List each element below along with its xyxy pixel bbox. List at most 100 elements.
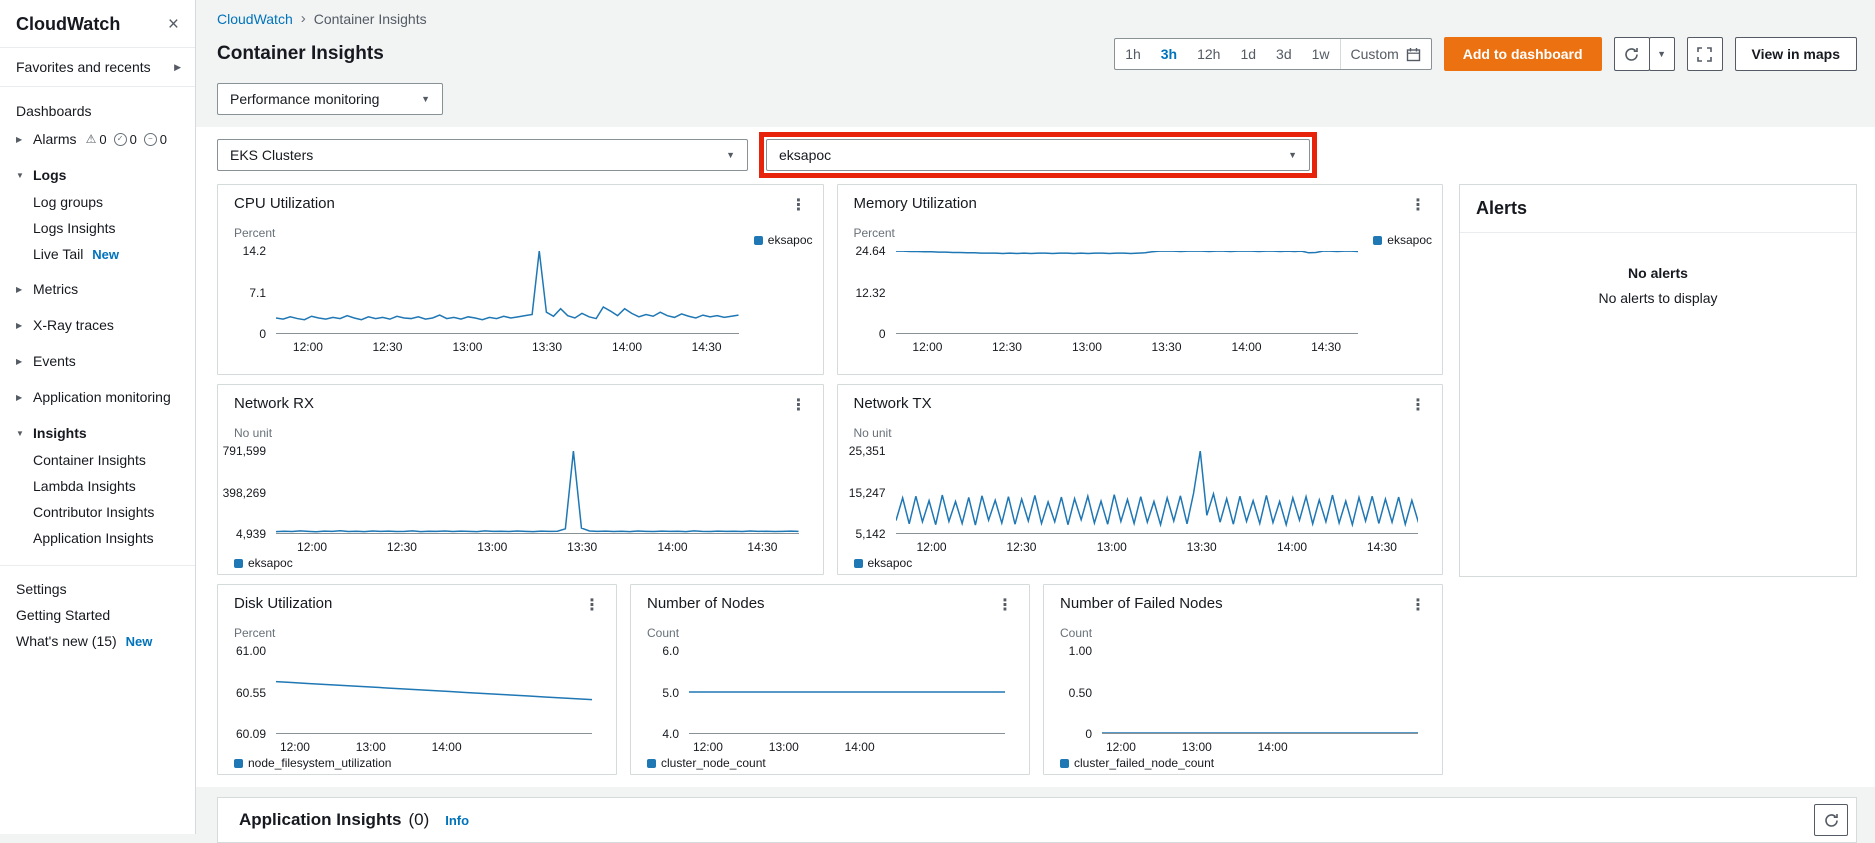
- sidebar-item-xray-traces[interactable]: ▶ X-Ray traces: [0, 311, 195, 339]
- sidebar-item-logs-insights[interactable]: Logs Insights: [0, 215, 195, 241]
- x-tick-label: 13:00: [1181, 740, 1212, 754]
- sidebar-item-favorites[interactable]: Favorites and recents ▶: [0, 48, 195, 87]
- y-tick-label: 14.2: [242, 244, 266, 258]
- kebab-menu-icon[interactable]: ⋮: [1402, 595, 1434, 615]
- sidebar-item-alarms[interactable]: ▶ Alarms ⚠ 0 ✓ 0 − 0: [0, 125, 195, 153]
- time-range-1d[interactable]: 1d: [1230, 39, 1266, 69]
- expand-down-icon: ▼: [16, 428, 24, 438]
- refresh-button[interactable]: [1613, 37, 1650, 71]
- charts-layout: CPU Utilization ⋮ Percent 14.2 7.1 0 12:00 1…: [217, 184, 1857, 775]
- logs-label: Logs: [33, 167, 67, 183]
- alarm-warning-count: 0: [99, 131, 107, 147]
- refresh-icon: [1625, 47, 1638, 61]
- application-insights-refresh-button[interactable]: [1814, 804, 1848, 836]
- cluster-dropdown[interactable]: eksapoc ▼: [766, 139, 1310, 171]
- chart-legend: node_filesystem_utilization: [234, 756, 391, 770]
- y-tick-label: 25,351: [848, 444, 886, 458]
- chart-line: [276, 251, 739, 320]
- refresh-options-button[interactable]: ▼: [1648, 37, 1675, 71]
- y-tick-label: 6.0: [662, 644, 679, 658]
- chart-title: CPU Utilization: [234, 195, 335, 212]
- y-tick-label: 7.1: [249, 285, 266, 300]
- sidebar-item-dashboards[interactable]: Dashboards: [0, 97, 195, 125]
- sidebar-item-application-monitoring[interactable]: ▶ Application monitoring: [0, 383, 195, 411]
- y-tick-label: 0: [259, 327, 266, 341]
- sidebar-item-lambda-insights[interactable]: Lambda Insights: [0, 473, 195, 499]
- sidebar-item-metrics[interactable]: ▶ Metrics: [0, 275, 195, 303]
- sidebar-item-events[interactable]: ▶ Events: [0, 347, 195, 375]
- time-range-custom[interactable]: Custom: [1339, 39, 1431, 69]
- kebab-menu-icon[interactable]: ⋮: [783, 195, 815, 215]
- x-tick-label: 14:00: [1231, 340, 1262, 354]
- view-in-maps-button[interactable]: View in maps: [1734, 37, 1857, 71]
- time-range-1w[interactable]: 1w: [1302, 39, 1340, 69]
- sidebar-item-contributor-insights[interactable]: Contributor Insights: [0, 499, 195, 525]
- y-tick-label: 61.00: [235, 644, 266, 658]
- application-insights-bar: Application Insights (0) Info: [217, 797, 1857, 843]
- y-tick-label: 0: [1085, 727, 1092, 741]
- breadcrumb-cloudwatch-link[interactable]: CloudWatch: [217, 11, 293, 27]
- fullscreen-icon: [1697, 46, 1712, 62]
- view-dropdown[interactable]: Performance monitoring ▼: [217, 83, 443, 115]
- expand-right-icon: ▶: [16, 356, 23, 366]
- x-tick-label: 12:00: [297, 540, 328, 554]
- y-tick-label: 0.50: [1068, 685, 1092, 700]
- close-icon[interactable]: ×: [168, 15, 179, 34]
- x-tick-label: 13:00: [1071, 340, 1102, 354]
- info-link[interactable]: Info: [445, 813, 469, 828]
- sidebar-item-logs[interactable]: ▼ Logs: [0, 161, 195, 189]
- time-range-1h[interactable]: 1h: [1115, 39, 1151, 69]
- kebab-menu-icon[interactable]: ⋮: [989, 595, 1021, 615]
- xray-label: X-Ray traces: [33, 317, 114, 333]
- legend-label: node_filesystem_utilization: [248, 756, 392, 770]
- time-range-selector: 1h 3h 12h 1d 3d 1w Custom: [1114, 38, 1432, 70]
- y-axis-labels: 25,351 15,247 5,142: [838, 444, 890, 541]
- chart-title: Number of Nodes: [647, 595, 765, 612]
- chart-card-number-of-nodes: Number of Nodes ⋮ Count 6.0 5.0 4.0 12:00 13…: [630, 584, 1030, 775]
- page-header: Container Insights 1h 3h 12h 1d 3d 1w Cu…: [217, 37, 1857, 71]
- sidebar-item-getting-started[interactable]: Getting Started: [0, 602, 195, 628]
- x-axis-labels: 12:00 13:00 14:00: [689, 740, 1005, 756]
- sidebar-item-application-insights[interactable]: Application Insights: [0, 525, 195, 551]
- new-badge: New: [125, 634, 153, 649]
- chart-legend: eksapoc: [234, 556, 293, 570]
- sidebar-item-settings[interactable]: Settings: [0, 576, 195, 602]
- time-range-3h[interactable]: 3h: [1151, 39, 1187, 69]
- cluster-type-dropdown[interactable]: EKS Clusters ▼: [217, 139, 748, 171]
- legend-marker: [647, 758, 656, 768]
- y-tick-label: 5.0: [662, 685, 679, 700]
- x-axis-labels: 12:00 12:30 13:00 13:30 14:00 14:30: [276, 340, 739, 356]
- charts-grid: CPU Utilization ⋮ Percent 14.2 7.1 0 12:00 1…: [217, 184, 1443, 775]
- x-tick-label: 12:00: [916, 540, 947, 554]
- metrics-label: Metrics: [33, 281, 79, 297]
- legend-label: eksapoc: [1387, 233, 1432, 247]
- sidebar-item-live-tail[interactable]: Live Tail New: [0, 241, 195, 267]
- x-tick-label: 14:30: [691, 340, 722, 354]
- kebab-menu-icon[interactable]: ⋮: [1402, 195, 1434, 215]
- x-tick-label: 12:30: [1006, 540, 1037, 554]
- sidebar-item-whats-new[interactable]: What's new (15) New: [0, 628, 195, 654]
- kebab-menu-icon[interactable]: ⋮: [783, 395, 815, 415]
- sidebar-item-insights[interactable]: ▼ Insights: [0, 419, 195, 447]
- view-dropdown-value: Performance monitoring: [230, 91, 380, 107]
- x-tick-label: 14:30: [747, 540, 778, 554]
- chevron-right-icon: ▶: [174, 61, 181, 72]
- fullscreen-button[interactable]: [1686, 37, 1723, 71]
- add-to-dashboard-button[interactable]: Add to dashboard: [1443, 37, 1602, 71]
- kebab-menu-icon[interactable]: ⋮: [576, 595, 608, 615]
- legend-label: eksapoc: [248, 556, 293, 570]
- x-tick-label: 14:00: [431, 740, 462, 754]
- kebab-menu-icon[interactable]: ⋮: [1402, 395, 1434, 415]
- chart-plot-area: [895, 451, 1418, 534]
- sidebar-item-log-groups[interactable]: Log groups: [0, 189, 195, 215]
- time-range-3d[interactable]: 3d: [1266, 39, 1302, 69]
- time-range-12h[interactable]: 12h: [1187, 39, 1230, 69]
- dashboards-label: Dashboards: [16, 103, 92, 119]
- legend-label: cluster_failed_node_count: [1074, 756, 1215, 770]
- events-label: Events: [33, 353, 76, 369]
- chart-unit-label: Percent: [853, 226, 895, 240]
- y-tick-label: 5,142: [855, 527, 886, 541]
- chart-line: [276, 451, 799, 532]
- x-tick-label: 13:30: [1186, 540, 1217, 554]
- sidebar-item-container-insights[interactable]: Container Insights: [0, 447, 195, 473]
